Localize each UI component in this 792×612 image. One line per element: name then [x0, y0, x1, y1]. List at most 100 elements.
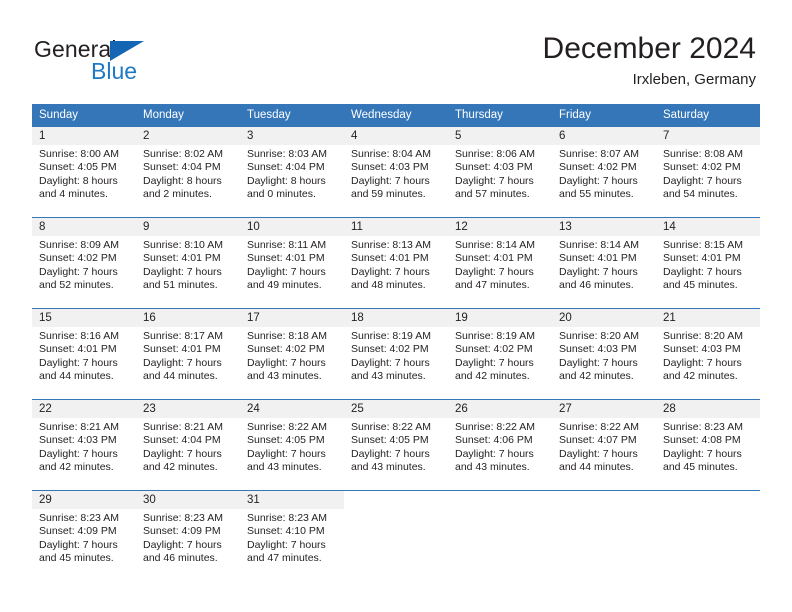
sunrise-text: Sunrise: 8:19 AM	[351, 330, 431, 342]
day-details: Sunrise: 8:09 AM Sunset: 4:02 PM Daylight:…	[32, 236, 136, 293]
day-cell[interactable]: 8 Sunrise: 8:09 AM Sunset: 4:02 PM Daylight…	[32, 217, 136, 309]
day-cell[interactable]: 12 Sunrise: 8:14 AM Sunset: 4:01 PM Dayligh…	[448, 217, 552, 309]
weekday-header-monday: Monday	[136, 104, 240, 127]
day-number: 16	[136, 309, 240, 327]
day-number: 14	[656, 218, 760, 236]
daylight-text-line2: and 45 minutes.	[39, 552, 114, 565]
sunset-text: Sunset: 4:01 PM	[559, 252, 637, 265]
daylight-text-line1: Daylight: 7 hours	[247, 538, 326, 551]
location-subtitle: Irxleben, Germany	[632, 71, 756, 88]
day-cell[interactable]: 13 Sunrise: 8:14 AM Sunset: 4:01 PM Dayligh…	[552, 217, 656, 309]
sunset-text: Sunset: 4:03 PM	[663, 343, 741, 356]
day-cell[interactable]: 22 Sunrise: 8:21 AM Sunset: 4:03 PM Dayligh…	[32, 399, 136, 491]
sunrise-text: Sunrise: 8:22 AM	[247, 421, 327, 433]
day-cell[interactable]: 25 Sunrise: 8:22 AM Sunset: 4:05 PM Dayligh…	[344, 399, 448, 491]
day-cell[interactable]: 26 Sunrise: 8:22 AM Sunset: 4:06 PM Dayligh…	[448, 399, 552, 491]
day-cell[interactable]: 27 Sunrise: 8:22 AM Sunset: 4:07 PM Dayligh…	[552, 399, 656, 491]
day-cell[interactable]: 19 Sunrise: 8:19 AM Sunset: 4:02 PM Dayligh…	[448, 308, 552, 400]
day-cell[interactable]: 16 Sunrise: 8:17 AM Sunset: 4:01 PM Dayligh…	[136, 308, 240, 400]
day-number: 26	[448, 400, 552, 418]
daylight-text-line1: Daylight: 7 hours	[663, 174, 742, 187]
daylight-text-line1: Daylight: 7 hours	[559, 356, 638, 369]
daylight-text-line1: Daylight: 7 hours	[455, 356, 534, 369]
day-cell[interactable]: 2 Sunrise: 8:02 AM Sunset: 4:04 PM Daylight…	[136, 126, 240, 218]
day-details: Sunrise: 8:07 AM Sunset: 4:02 PM Daylight:…	[552, 145, 656, 202]
day-number: 9	[136, 218, 240, 236]
day-cell[interactable]: 11 Sunrise: 8:13 AM Sunset: 4:01 PM Dayligh…	[344, 217, 448, 309]
day-cell-empty	[552, 490, 656, 581]
day-details: Sunrise: 8:10 AM Sunset: 4:01 PM Daylight:…	[136, 236, 240, 293]
day-details: Sunrise: 8:08 AM Sunset: 4:02 PM Daylight:…	[656, 145, 760, 202]
sunset-text: Sunset: 4:01 PM	[663, 252, 741, 265]
sunset-text: Sunset: 4:03 PM	[39, 434, 117, 447]
sunrise-text: Sunrise: 8:23 AM	[663, 421, 743, 433]
day-cell[interactable]: 23 Sunrise: 8:21 AM Sunset: 4:04 PM Dayligh…	[136, 399, 240, 491]
day-cell[interactable]: 6 Sunrise: 8:07 AM Sunset: 4:02 PM Daylight…	[552, 126, 656, 218]
sunset-text: Sunset: 4:05 PM	[39, 161, 117, 174]
sunset-text: Sunset: 4:09 PM	[143, 525, 221, 538]
page-header: General Blue December 2024 Irxleben, Ger…	[0, 0, 792, 104]
day-cell[interactable]: 29 Sunrise: 8:23 AM Sunset: 4:09 PM Dayligh…	[32, 490, 136, 581]
sunrise-text: Sunrise: 8:21 AM	[143, 421, 223, 433]
daylight-text-line1: Daylight: 7 hours	[39, 265, 118, 278]
day-number: 10	[240, 218, 344, 236]
day-cell[interactable]: 4 Sunrise: 8:04 AM Sunset: 4:03 PM Daylight…	[344, 126, 448, 218]
day-number: 4	[344, 127, 448, 145]
day-cell[interactable]: 28 Sunrise: 8:23 AM Sunset: 4:08 PM Dayligh…	[656, 399, 760, 491]
daylight-text-line2: and 59 minutes.	[351, 188, 426, 201]
sunset-text: Sunset: 4:02 PM	[351, 343, 429, 356]
daylight-text-line1: Daylight: 7 hours	[455, 265, 534, 278]
sunset-text: Sunset: 4:04 PM	[247, 161, 325, 174]
day-cell[interactable]: 9 Sunrise: 8:10 AM Sunset: 4:01 PM Daylight…	[136, 217, 240, 309]
daylight-text-line1: Daylight: 7 hours	[351, 356, 430, 369]
page-title: December 2024	[542, 32, 756, 65]
sunrise-text: Sunrise: 8:00 AM	[39, 148, 119, 160]
day-cell[interactable]: 15 Sunrise: 8:16 AM Sunset: 4:01 PM Dayligh…	[32, 308, 136, 400]
day-number: 20	[552, 309, 656, 327]
general-blue-logo[interactable]: General Blue	[34, 36, 234, 88]
day-cell[interactable]: 1 Sunrise: 8:00 AM Sunset: 4:05 PM Daylight…	[32, 126, 136, 218]
day-cell[interactable]: 20 Sunrise: 8:20 AM Sunset: 4:03 PM Dayligh…	[552, 308, 656, 400]
daylight-text-line2: and 47 minutes.	[455, 279, 530, 292]
day-number: 15	[32, 309, 136, 327]
sunset-text: Sunset: 4:07 PM	[559, 434, 637, 447]
day-cell[interactable]: 10 Sunrise: 8:11 AM Sunset: 4:01 PM Dayligh…	[240, 217, 344, 309]
sunset-text: Sunset: 4:08 PM	[663, 434, 741, 447]
day-cell[interactable]: 21 Sunrise: 8:20 AM Sunset: 4:03 PM Dayligh…	[656, 308, 760, 400]
day-cell[interactable]: 3 Sunrise: 8:03 AM Sunset: 4:04 PM Daylight…	[240, 126, 344, 218]
day-number: 12	[448, 218, 552, 236]
day-cell[interactable]: 17 Sunrise: 8:18 AM Sunset: 4:02 PM Dayligh…	[240, 308, 344, 400]
day-number: 31	[240, 491, 344, 509]
day-cell[interactable]: 31 Sunrise: 8:23 AM Sunset: 4:10 PM Dayligh…	[240, 490, 344, 581]
day-cell[interactable]: 30 Sunrise: 8:23 AM Sunset: 4:09 PM Dayligh…	[136, 490, 240, 581]
daylight-text-line1: Daylight: 7 hours	[247, 356, 326, 369]
sunrise-text: Sunrise: 8:14 AM	[559, 239, 639, 251]
day-number	[344, 491, 448, 509]
sunrise-text: Sunrise: 8:22 AM	[559, 421, 639, 433]
sunrise-text: Sunrise: 8:04 AM	[351, 148, 431, 160]
sunset-text: Sunset: 4:03 PM	[559, 343, 637, 356]
day-cell[interactable]: 5 Sunrise: 8:06 AM Sunset: 4:03 PM Daylight…	[448, 126, 552, 218]
weekday-header-thursday: Thursday	[448, 104, 552, 127]
day-cell[interactable]: 18 Sunrise: 8:19 AM Sunset: 4:02 PM Dayligh…	[344, 308, 448, 400]
sunrise-text: Sunrise: 8:06 AM	[455, 148, 535, 160]
sunrise-text: Sunrise: 8:23 AM	[247, 512, 327, 524]
sunset-text: Sunset: 4:01 PM	[247, 252, 325, 265]
sunset-text: Sunset: 4:01 PM	[351, 252, 429, 265]
sunset-text: Sunset: 4:01 PM	[455, 252, 533, 265]
day-number: 5	[448, 127, 552, 145]
week-row: 8 Sunrise: 8:09 AM Sunset: 4:02 PM Daylight…	[32, 217, 760, 309]
day-cell[interactable]: 7 Sunrise: 8:08 AM Sunset: 4:02 PM Daylight…	[656, 126, 760, 218]
day-number: 30	[136, 491, 240, 509]
daylight-text-line2: and 54 minutes.	[663, 188, 738, 201]
weekday-header-sunday: Sunday	[32, 104, 136, 127]
day-cell[interactable]: 24 Sunrise: 8:22 AM Sunset: 4:05 PM Dayligh…	[240, 399, 344, 491]
sunrise-text: Sunrise: 8:11 AM	[247, 239, 327, 251]
daylight-text-line1: Daylight: 8 hours	[143, 174, 222, 187]
daylight-text-line1: Daylight: 7 hours	[143, 356, 222, 369]
day-details: Sunrise: 8:19 AM Sunset: 4:02 PM Daylight:…	[448, 327, 552, 384]
daylight-text-line2: and 4 minutes.	[39, 188, 108, 201]
day-cell[interactable]: 14 Sunrise: 8:15 AM Sunset: 4:01 PM Dayligh…	[656, 217, 760, 309]
day-number: 3	[240, 127, 344, 145]
sunrise-text: Sunrise: 8:09 AM	[39, 239, 119, 251]
